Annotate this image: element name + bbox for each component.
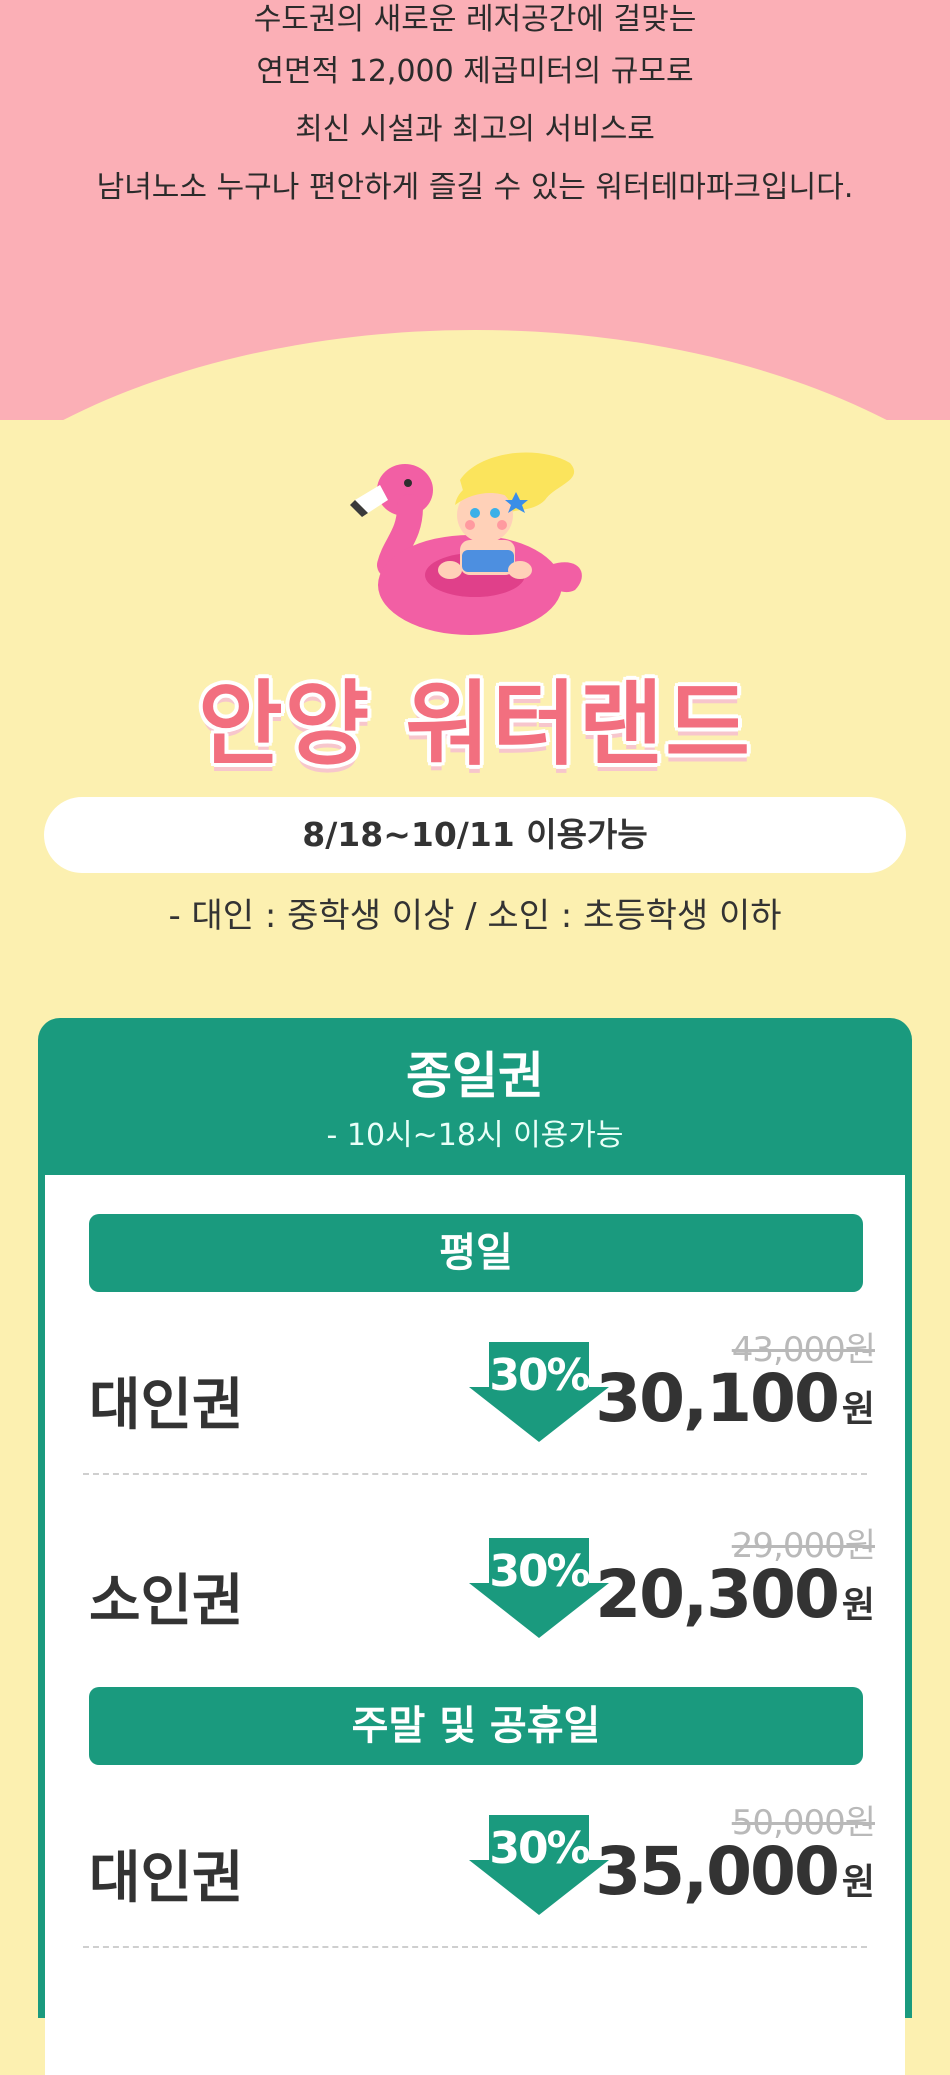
price-row: 대인권 30% 50,000원 35,000 원 <box>45 1795 905 1955</box>
sale-price-unit: 원 <box>841 1389 875 1430</box>
sale-price: 20,300 원 <box>595 1556 875 1633</box>
discount-text: 30% <box>489 1546 590 1597</box>
brand-title: 안양 워터랜드 <box>198 671 752 778</box>
sale-price-unit: 원 <box>841 1585 875 1626</box>
section-header-weekday: 평일 <box>89 1214 863 1292</box>
intro-line-3: 최신 시설과 최고의 서비스로 <box>295 112 655 147</box>
discount-badge: 30% <box>469 1538 609 1638</box>
sale-price-number: 30,100 <box>595 1360 840 1437</box>
period-pill: 8/18~10/11 이용가능 <box>44 797 906 873</box>
sale-price-number: 20,300 <box>595 1556 840 1633</box>
ticket-body: 평일 대인권 30% 43,000원 30,100 원 소인권 30% 29,0… <box>45 1175 905 2075</box>
sale-price: 35,000 원 <box>595 1833 875 1910</box>
intro-line-4: 남녀노소 누구나 편안하게 즐길 수 있는 워터테마파크입니다. <box>96 170 854 205</box>
sale-price-unit: 원 <box>841 1862 875 1903</box>
sale-price-number: 35,000 <box>595 1833 840 1910</box>
price-row: 대인권 30% 43,000원 30,100 원 <box>45 1322 905 1482</box>
intro-line-1: 수도권의 새로운 레저공간에 걸맞는 <box>253 2 697 37</box>
sale-price: 30,100 원 <box>595 1360 875 1437</box>
ticket-subtitle: - 10시~18시 이용가능 <box>326 1118 624 1153</box>
price-row: 소인권 30% 29,000원 20,300 원 <box>45 1518 905 1678</box>
intro-line-2: 연면적 12,000 제곱미터의 규모로 <box>256 54 694 89</box>
discount-badge: 30% <box>469 1815 609 1915</box>
age-note: - 대인 : 중학생 이상 / 소인 : 초등학생 이하 <box>168 896 782 936</box>
row-label: 소인권 <box>89 1569 244 1634</box>
row-label: 대인권 <box>89 1373 244 1438</box>
discount-text: 30% <box>489 1823 590 1874</box>
dashed-divider <box>83 1473 867 1475</box>
ticket-card: 종일권 - 10시~18시 이용가능 평일 대인권 30% 43,000원 30… <box>38 1018 912 2075</box>
dashed-divider <box>83 1946 867 1948</box>
row-label: 대인권 <box>89 1846 244 1911</box>
discount-text: 30% <box>489 1350 590 1401</box>
intro-banner: 수도권의 새로운 레저공간에 걸맞는 연면적 12,000 제곱미터의 규모로 … <box>0 0 950 420</box>
flamingo-float-mascot-illustration <box>350 452 582 635</box>
ticket-title: 종일권 <box>406 1047 544 1105</box>
discount-badge: 30% <box>469 1342 609 1442</box>
arch-shape <box>0 330 950 420</box>
section-header-weekend: 주말 및 공휴일 <box>89 1687 863 1765</box>
